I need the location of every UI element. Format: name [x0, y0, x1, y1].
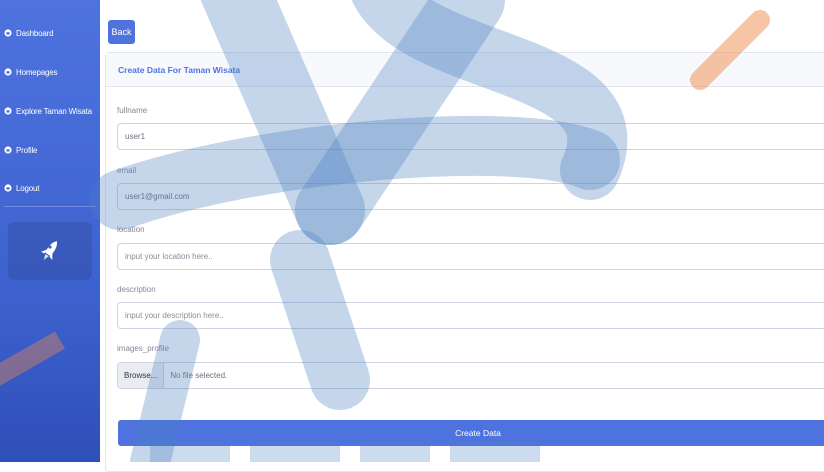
sidebar-item-label: Explore Taman Wisata [16, 106, 92, 116]
sidebar-item-homepages[interactable]: Homepages [0, 61, 100, 83]
sidebar-item-label: Dashboard [16, 28, 54, 38]
images-profile-label: images_profile [117, 344, 170, 353]
fullname-input[interactable] [117, 123, 824, 150]
location-label: location [117, 225, 145, 234]
sidebar-item-label: Profile [16, 145, 38, 155]
explore-icon [4, 107, 12, 115]
sidebar-divider [4, 206, 96, 207]
create-data-button[interactable]: Create Data [118, 420, 824, 446]
sidebar-item-explore[interactable]: Explore Taman Wisata [0, 100, 100, 122]
email-label: email [117, 166, 137, 175]
description-input[interactable] [117, 302, 824, 329]
email-input[interactable] [117, 183, 824, 210]
sidebar-item-profile[interactable]: Profile [0, 139, 100, 161]
browse-button[interactable]: Browse... [118, 363, 165, 388]
fullname-label: fullname [117, 106, 148, 115]
sidebar-item-label: Homepages [16, 67, 58, 77]
home-icon [4, 68, 12, 76]
file-status: No file selected. [170, 371, 228, 380]
card-header: Create Data For Taman Wisata [106, 53, 824, 87]
sidebar-promo-card [8, 222, 92, 280]
rocket-icon [40, 241, 58, 261]
dashboard-icon [4, 29, 12, 37]
description-label: description [117, 285, 156, 294]
sidebar-item-label: Logout [16, 183, 40, 193]
file-input[interactable]: Browse... No file selected. [117, 362, 824, 389]
location-input[interactable] [117, 243, 824, 270]
back-button[interactable]: Back [108, 20, 135, 44]
sidebar-item-dashboard[interactable]: Dashboard [0, 22, 100, 44]
user-icon [4, 146, 12, 154]
card-title: Create Data For Taman Wisata [118, 64, 241, 75]
sidebar: Dashboard Homepages Explore Taman Wisata… [0, 0, 100, 462]
sidebar-item-logout[interactable]: Logout [0, 177, 100, 199]
logout-icon [4, 184, 12, 192]
main-content: Back Create Data For Taman Wisata fullna… [100, 0, 824, 472]
